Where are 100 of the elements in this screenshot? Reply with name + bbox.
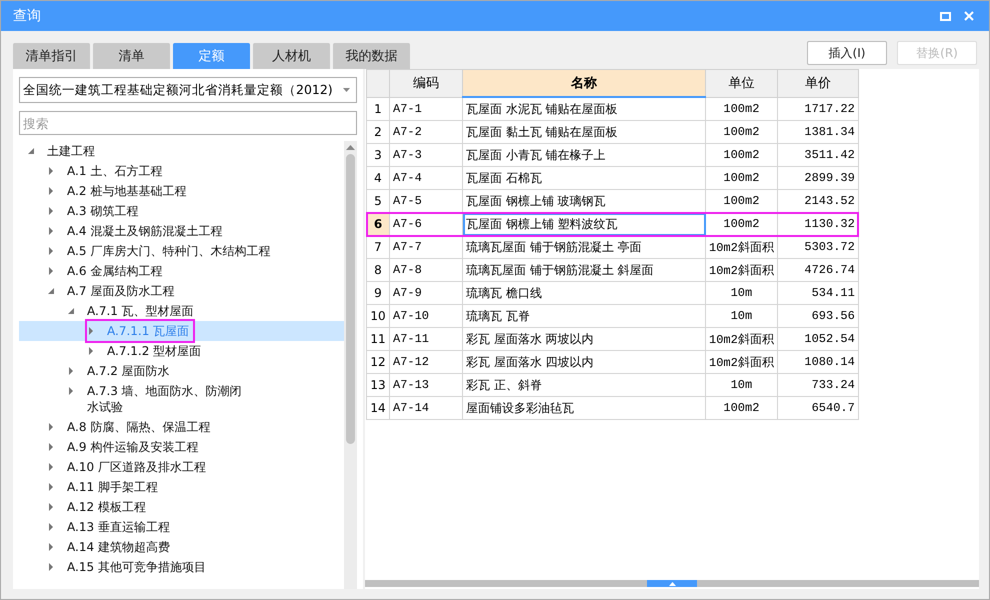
tree-item[interactable]: A.7.1.2 型材屋面 (19, 341, 344, 361)
collapsed-triangle-icon[interactable] (47, 167, 55, 175)
tree-item[interactable]: A.13 垂直运输工程 (19, 517, 344, 537)
tree-item[interactable]: A.10 厂区道路及排水工程 (19, 457, 344, 477)
table-cell: 100m2 (706, 144, 778, 166)
table-cell: 4726.74 (777, 258, 858, 282)
table-cell: 10m (706, 374, 778, 396)
table-cell: 3511.42 (777, 144, 858, 166)
collapsed-triangle-icon[interactable] (47, 267, 55, 275)
tree-item[interactable]: A.12 模板工程 (19, 497, 344, 517)
tree-item[interactable]: A.5 厂库房大门、特种门、木结构工程 (19, 241, 344, 261)
table-cell: A7-10 (390, 304, 462, 328)
table-cell: 琉璃瓦屋面 铺于钢筋混凝土 斜屋面 (462, 258, 706, 282)
tree-item[interactable]: A.15 其他可竞争措施项目 (19, 557, 344, 577)
row-number[interactable]: 14 (366, 396, 390, 420)
collapsed-triangle-icon[interactable] (67, 387, 75, 395)
row-number[interactable]: 11 (366, 328, 390, 350)
search-field[interactable]: 搜索 (19, 111, 357, 135)
table-cell: 100m2 (706, 396, 778, 420)
tab[interactable]: 我的数据 (333, 43, 410, 69)
maximize-icon (940, 12, 950, 20)
table-cell: 100m2 (706, 166, 778, 190)
collapsed-triangle-icon[interactable] (47, 207, 55, 215)
tab[interactable]: 清单指引 (13, 43, 90, 69)
collapsed-triangle-icon[interactable] (47, 503, 55, 511)
tree-item[interactable]: A.7.1 瓦、型材屋面 (19, 301, 344, 321)
tree-item[interactable]: A.7.3 墙、地面防水、防潮闭水试验 (19, 381, 344, 417)
row-number[interactable]: 3 (366, 144, 390, 166)
table-cell: 100m2 (706, 120, 778, 144)
tree-label: 土建工程 (47, 143, 95, 159)
collapsed-triangle-icon[interactable] (47, 563, 55, 571)
tree-item[interactable]: A.8 防腐、隔热、保温工程 (19, 417, 344, 437)
expanded-triangle-icon[interactable] (47, 287, 55, 295)
tree-item[interactable]: A.3 砌筑工程 (19, 201, 344, 221)
tab[interactable]: 清单 (93, 43, 170, 69)
table-cell: 瓦屋面 水泥瓦 铺贴在屋面板 (462, 97, 706, 120)
collapsed-triangle-icon[interactable] (47, 247, 55, 255)
table-cell: A7-7 (390, 236, 462, 258)
tree-label: A.1 土、石方工程 (67, 163, 162, 179)
table-cell: A7-12 (390, 350, 462, 374)
row-number[interactable]: 7 (366, 236, 390, 258)
column-header[interactable]: 单价 (777, 70, 858, 97)
table-cell: 琉璃瓦 瓦脊 (462, 304, 706, 328)
collapsed-triangle-icon[interactable] (87, 327, 95, 335)
collapsed-triangle-icon[interactable] (47, 227, 55, 235)
collapsed-triangle-icon[interactable] (47, 443, 55, 451)
collapsed-triangle-icon[interactable] (47, 543, 55, 551)
tree-label: A.7.2 屋面防水 (87, 363, 170, 379)
row-number[interactable]: 5 (366, 190, 390, 212)
collapsed-triangle-icon[interactable] (87, 347, 95, 355)
column-header[interactable]: 名称 (462, 70, 706, 97)
row-number[interactable]: 8 (366, 258, 390, 282)
tree-item[interactable]: A.7 屋面及防水工程 (19, 281, 344, 301)
row-number[interactable]: 12 (366, 350, 390, 374)
table-cell: 1052.54 (777, 328, 858, 350)
table-cell: 10m (706, 304, 778, 328)
row-number[interactable]: 9 (366, 282, 390, 304)
table-cell: A7-3 (390, 144, 462, 166)
collapsed-triangle-icon[interactable] (67, 367, 75, 375)
row-number[interactable]: 1 (366, 97, 390, 120)
collapsed-triangle-icon[interactable] (47, 523, 55, 531)
tree-item[interactable]: A.7.2 屋面防水 (19, 361, 344, 381)
expanded-triangle-icon[interactable] (67, 307, 75, 315)
column-header[interactable]: 编码 (390, 70, 462, 97)
collapse-arrow-icon[interactable] (668, 582, 676, 586)
vertical-scrollbar[interactable] (344, 141, 357, 589)
table-cell: A7-8 (390, 258, 462, 282)
tree-item[interactable]: A.11 脚手架工程 (19, 477, 344, 497)
row-number[interactable]: 4 (366, 166, 390, 190)
table-cell: 彩瓦 屋面落水 四坡以内 (462, 350, 706, 374)
action-button[interactable]: 插入(I) (807, 41, 887, 65)
tree-item[interactable]: A.9 构件运输及安装工程 (19, 437, 344, 457)
table-cell: 1381.34 (777, 120, 858, 144)
table-cell: 10m2斜面积 (706, 236, 778, 258)
table-cell: 琉璃瓦 檐口线 (462, 282, 706, 304)
scroll-up-icon[interactable] (346, 145, 355, 150)
tree-item[interactable]: A.1 土、石方工程 (19, 161, 344, 181)
row-number[interactable]: 2 (366, 120, 390, 144)
collapsed-triangle-icon[interactable] (47, 483, 55, 491)
collapsed-triangle-icon[interactable] (47, 423, 55, 431)
table-cell: A7-4 (390, 166, 462, 190)
row-number[interactable]: 13 (366, 374, 390, 396)
collapsed-triangle-icon[interactable] (47, 187, 55, 195)
row-number[interactable]: 6 (366, 212, 390, 236)
tree-item[interactable]: 土建工程 (19, 141, 344, 161)
row-number[interactable]: 10 (366, 304, 390, 328)
expanded-triangle-icon[interactable] (27, 147, 35, 155)
horizontal-scrollbar[interactable] (365, 580, 979, 587)
quota-dropdown[interactable]: 全国统一建筑工程基础定额河北省消耗量定额（2012) (19, 77, 357, 103)
table-cell: 1080.14 (777, 350, 858, 374)
tree-item[interactable]: A.4 混凝土及钢筋混凝土工程 (19, 221, 344, 241)
tree-item[interactable]: A.14 建筑物超高费 (19, 537, 344, 557)
table-cell: 瓦屋面 石棉瓦 (462, 166, 706, 190)
tree-item[interactable]: A.2 桩与地基基础工程 (19, 181, 344, 201)
collapsed-triangle-icon[interactable] (47, 463, 55, 471)
tree-label: A.2 桩与地基基础工程 (67, 183, 186, 199)
tab[interactable]: 人材机 (253, 43, 330, 69)
tree-item[interactable]: A.6 金属结构工程 (19, 261, 344, 281)
tree-label: A.7.1.1 瓦屋面 (107, 323, 190, 339)
column-header[interactable]: 单位 (706, 70, 778, 97)
